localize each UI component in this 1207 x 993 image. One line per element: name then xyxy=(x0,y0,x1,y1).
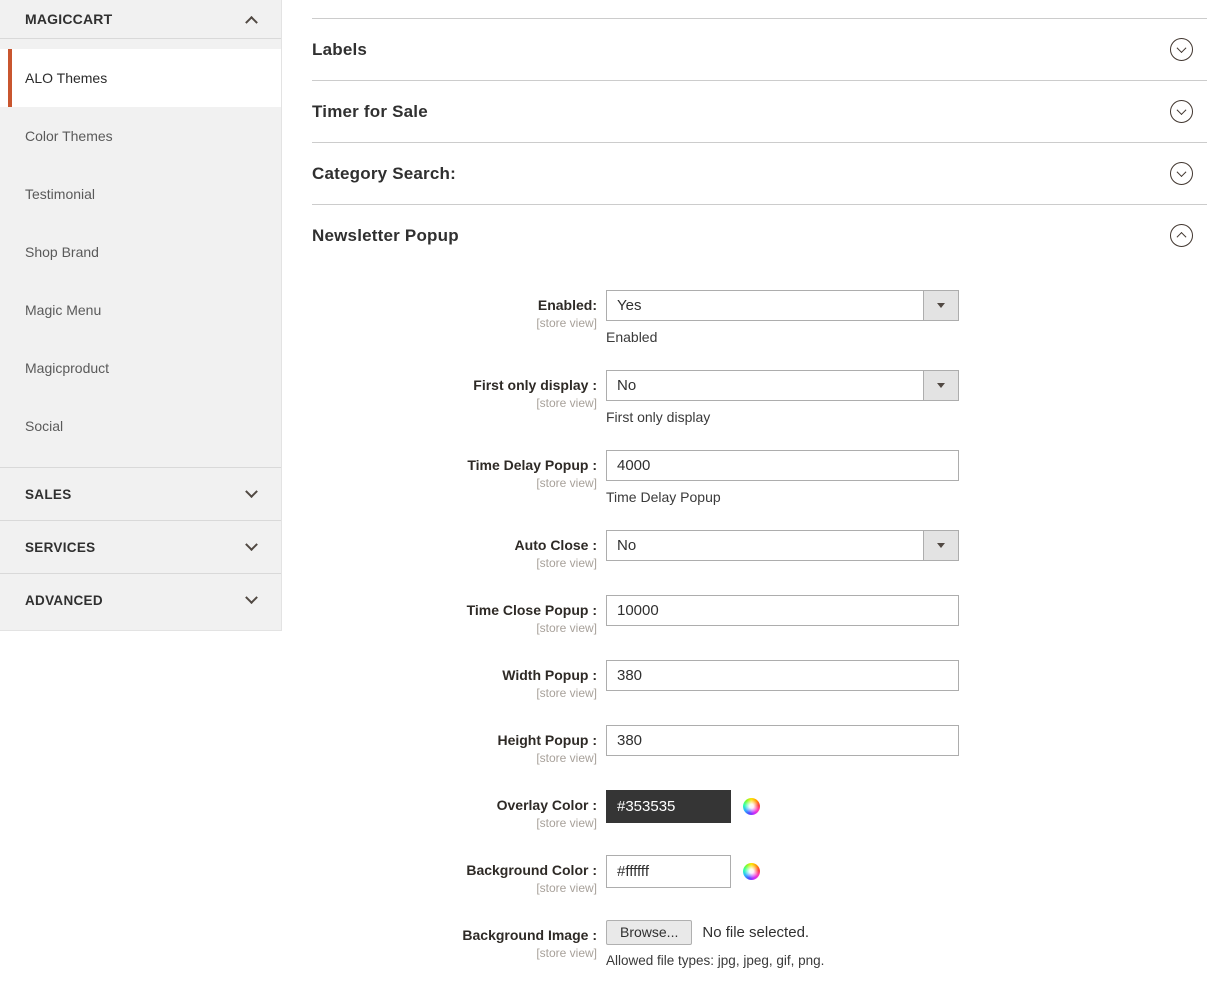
select-value: Yes xyxy=(607,291,923,320)
scope-label: [store view] xyxy=(312,621,597,635)
nav-item-label: Testimonial xyxy=(25,186,95,202)
field-label: Time Delay Popup : xyxy=(312,457,597,474)
field-note: Enabled xyxy=(606,329,959,345)
section-header-labels[interactable]: Labels xyxy=(312,18,1207,80)
form-row-enabled: Enabled: [store view] Yes Enabled xyxy=(312,290,1207,345)
config-content: Labels Timer for Sale Category Search: N… xyxy=(282,0,1207,993)
field-label: Background Color : xyxy=(312,862,597,879)
scope-label: [store view] xyxy=(312,316,597,330)
nav-item-label: Color Themes xyxy=(25,128,113,144)
scope-label: [store view] xyxy=(312,556,597,570)
collapse-toggle-icon xyxy=(1170,38,1193,61)
collapse-toggle-icon xyxy=(1170,162,1193,185)
sidebar-section-sales[interactable]: SALES xyxy=(0,467,281,520)
nav-item-label: Magicproduct xyxy=(25,360,109,376)
sidebar-item-color-themes[interactable]: Color Themes xyxy=(0,107,281,165)
form-row-first-only-display: First only display : [store view] No Fir… xyxy=(312,370,1207,425)
chevron-down-icon xyxy=(245,538,258,551)
form-row-overlay-color: Overlay Color : [store view] xyxy=(312,790,1207,830)
sidebar-item-social[interactable]: Social xyxy=(0,397,281,455)
field-label: First only display : xyxy=(312,377,597,394)
scope-label: [store view] xyxy=(312,476,597,490)
form-row-time-close-popup: Time Close Popup : [store view] xyxy=(312,595,1207,635)
caret-down-icon xyxy=(937,383,945,388)
field-label: Overlay Color : xyxy=(312,797,597,814)
scope-label: [store view] xyxy=(312,396,597,410)
sidebar-section-label: ADVANCED xyxy=(25,593,103,608)
scope-label: [store view] xyxy=(312,686,597,700)
form-row-height-popup: Height Popup : [store view] xyxy=(312,725,1207,765)
nav-item-label: Social xyxy=(25,418,63,434)
sidebar-section-label: SALES xyxy=(25,487,72,502)
collapse-toggle-icon xyxy=(1170,100,1193,123)
form-row-background-image: Background Image : [store view] Browse..… xyxy=(312,920,1207,968)
auto-close-select[interactable]: No xyxy=(606,530,959,561)
select-value: No xyxy=(607,531,923,560)
caret-down-icon xyxy=(937,303,945,308)
sidebar-item-alo-themes[interactable]: ALO Themes xyxy=(0,49,281,107)
enabled-select[interactable]: Yes xyxy=(606,290,959,321)
height-popup-input[interactable] xyxy=(606,725,959,756)
field-label: Enabled: xyxy=(312,297,597,314)
file-status-text: No file selected. xyxy=(702,924,809,941)
select-dropdown-button[interactable] xyxy=(923,531,958,560)
section-header-timer-for-sale[interactable]: Timer for Sale xyxy=(312,80,1207,142)
sidebar-item-magic-menu[interactable]: Magic Menu xyxy=(0,281,281,339)
form-row-time-delay-popup: Time Delay Popup : [store view] Time Del… xyxy=(312,450,1207,505)
chevron-up-icon xyxy=(245,15,258,28)
sidebar-item-list: ALO Themes Color Themes Testimonial Shop… xyxy=(0,39,281,467)
section-title: Newsletter Popup xyxy=(312,226,459,246)
nav-item-label: ALO Themes xyxy=(25,70,107,86)
scope-label: [store view] xyxy=(312,751,597,765)
scope-label: [store view] xyxy=(312,946,597,960)
section-header-newsletter-popup[interactable]: Newsletter Popup xyxy=(312,204,1207,266)
overlay-color-input[interactable] xyxy=(606,790,731,823)
field-label: Auto Close : xyxy=(312,537,597,554)
sidebar-section-label: MAGICCART xyxy=(25,11,112,27)
width-popup-input[interactable] xyxy=(606,660,959,691)
form-row-background-color: Background Color : [store view] xyxy=(312,855,1207,895)
first-only-display-select[interactable]: No xyxy=(606,370,959,401)
field-label: Height Popup : xyxy=(312,732,597,749)
sidebar-section-services[interactable]: SERVICES xyxy=(0,520,281,573)
sidebar-item-testimonial[interactable]: Testimonial xyxy=(0,165,281,223)
caret-down-icon xyxy=(937,543,945,548)
section-title: Timer for Sale xyxy=(312,102,428,122)
chevron-down-icon xyxy=(245,591,258,604)
field-label: Width Popup : xyxy=(312,667,597,684)
form-row-auto-close: Auto Close : [store view] No xyxy=(312,530,1207,570)
select-dropdown-button[interactable] xyxy=(923,371,958,400)
form-row-width-popup: Width Popup : [store view] xyxy=(312,660,1207,700)
time-delay-popup-input[interactable] xyxy=(606,450,959,481)
field-note: First only display xyxy=(606,409,959,425)
collapse-toggle-icon xyxy=(1170,224,1193,247)
field-note: Time Delay Popup xyxy=(606,489,959,505)
field-label: Background Image : xyxy=(312,927,597,944)
select-value: No xyxy=(607,371,923,400)
background-color-input[interactable] xyxy=(606,855,731,888)
field-label: Time Close Popup : xyxy=(312,602,597,619)
nav-item-label: Shop Brand xyxy=(25,244,99,260)
scope-label: [store view] xyxy=(312,816,597,830)
sidebar-item-magicproduct[interactable]: Magicproduct xyxy=(0,339,281,397)
sidebar-section-magiccart[interactable]: MAGICCART xyxy=(0,0,281,39)
sidebar-item-shop-brand[interactable]: Shop Brand xyxy=(0,223,281,281)
color-picker-icon[interactable] xyxy=(743,798,760,815)
config-nav-sidebar: MAGICCART ALO Themes Color Themes Testim… xyxy=(0,0,282,631)
field-note: Allowed file types: jpg, jpeg, gif, png. xyxy=(606,953,824,968)
time-close-popup-input[interactable] xyxy=(606,595,959,626)
section-title: Labels xyxy=(312,40,367,60)
sidebar-section-label: SERVICES xyxy=(25,540,95,555)
sidebar-section-advanced[interactable]: ADVANCED xyxy=(0,573,281,626)
nav-item-label: Magic Menu xyxy=(25,302,101,318)
section-header-category-search[interactable]: Category Search: xyxy=(312,142,1207,204)
scope-label: [store view] xyxy=(312,881,597,895)
chevron-down-icon xyxy=(245,485,258,498)
browse-button[interactable]: Browse... xyxy=(606,920,692,945)
newsletter-popup-form: Enabled: [store view] Yes Enabled First … xyxy=(312,266,1207,968)
section-title: Category Search: xyxy=(312,164,456,184)
select-dropdown-button[interactable] xyxy=(923,291,958,320)
color-picker-icon[interactable] xyxy=(743,863,760,880)
